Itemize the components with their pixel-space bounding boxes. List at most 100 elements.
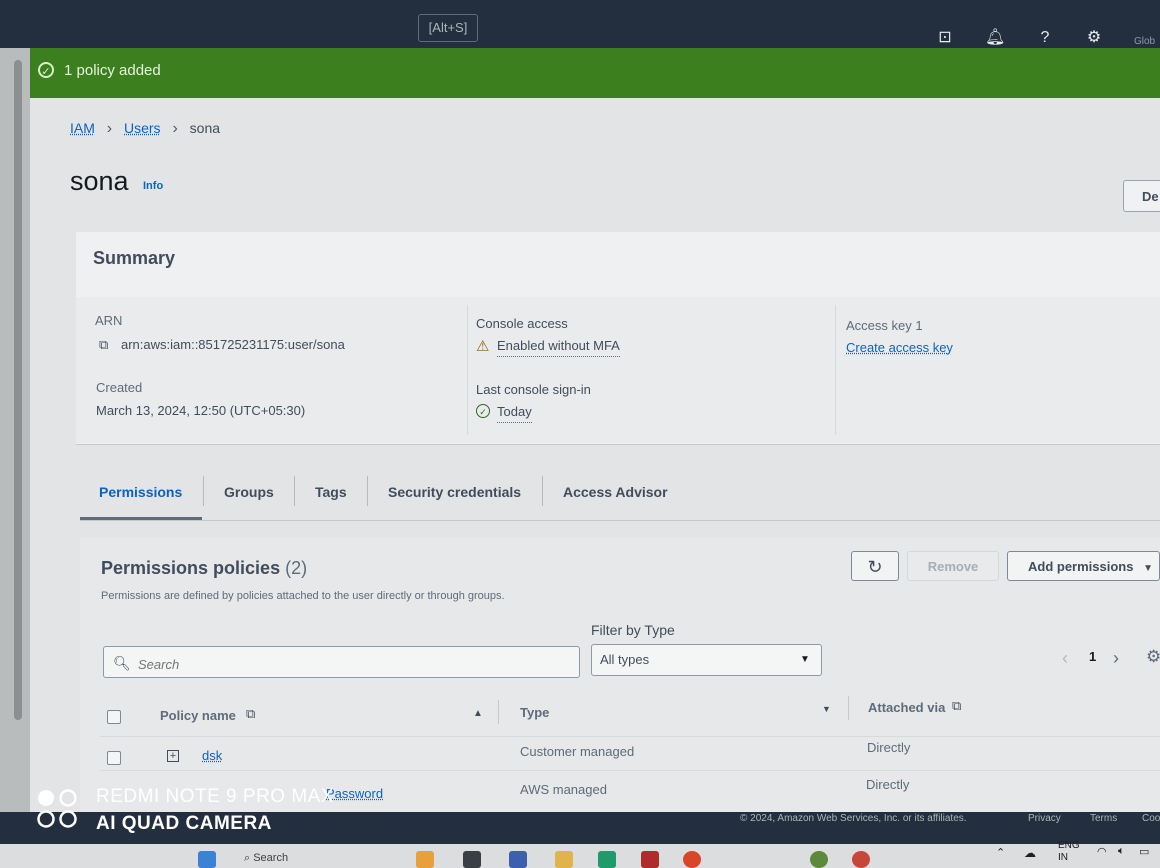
cloudshell-icon[interactable]: ⊡ — [935, 28, 955, 48]
policy-type: AWS managed — [520, 782, 607, 797]
footer-terms-link[interactable]: Terms — [1090, 813, 1117, 824]
help-icon[interactable]: ? — [1035, 28, 1055, 48]
app-icon[interactable] — [641, 851, 659, 868]
search-input[interactable] — [136, 652, 560, 676]
refresh-icon: ↻ — [867, 557, 883, 577]
cloud-icon[interactable]: ☁︎ — [1024, 846, 1036, 860]
last-signin-value[interactable]: Today — [497, 404, 532, 423]
footer-privacy-link[interactable]: Privacy — [1028, 813, 1061, 824]
app-icon[interactable] — [416, 851, 434, 868]
permissions-title: Permissions policies (2) — [101, 558, 307, 579]
taskbar-search[interactable]: ⌕ Search — [244, 852, 288, 865]
row-checkbox[interactable] — [107, 751, 121, 765]
search-icon: 🔍︎ — [113, 655, 131, 671]
policy-attached-via: Directly — [866, 777, 910, 792]
summary-title: Summary — [93, 248, 176, 268]
flash-message: 1 policy added — [64, 62, 161, 79]
app-icon[interactable] — [463, 851, 481, 868]
breadcrumb: IAM › Users › sona — [70, 120, 228, 138]
created-value: March 13, 2024, 12:50 (UTC+05:30) — [96, 403, 306, 418]
side-scrollbar[interactable] — [14, 60, 22, 720]
language-indicator[interactable]: ENG IN — [1058, 840, 1080, 864]
permissions-description: Permissions are defined by policies atta… — [101, 590, 505, 602]
app-icon[interactable] — [810, 851, 828, 868]
breadcrumb-current: sona — [189, 120, 221, 136]
chevron-right-icon: › — [106, 120, 113, 137]
file-explorer-icon[interactable] — [555, 851, 573, 868]
language-line-2: IN — [1058, 852, 1068, 863]
row-divider — [100, 770, 1160, 771]
battery-icon[interactable]: ▭ — [1139, 845, 1149, 858]
chevron-right-icon: › — [172, 120, 178, 137]
tab-tags[interactable]: Tags — [315, 484, 347, 500]
search-icon: ⌕ — [244, 852, 254, 864]
success-flashbar — [26, 48, 1160, 98]
warning-icon: ⚠ — [476, 338, 490, 355]
page-title: sona — [70, 166, 129, 196]
taskbar-search-label: Search — [253, 852, 289, 864]
footer-cookie-link[interactable]: Coo — [1142, 813, 1160, 824]
policy-name-link[interactable]: dsk — [202, 748, 222, 763]
column-attached-via[interactable]: Attached via — [868, 700, 945, 715]
create-access-key-link[interactable]: Create access key — [846, 340, 953, 355]
column-divider — [835, 305, 836, 435]
external-link-icon: ⧉ — [246, 706, 256, 721]
pagination-prev-icon[interactable]: ‹ — [1062, 648, 1068, 669]
search-shortcut-hint[interactable]: [Alt+S] — [418, 14, 478, 42]
pagination-next-icon[interactable]: › — [1113, 648, 1119, 669]
watermark-device-name: REDMI NOTE 9 PRO MAX — [96, 786, 335, 807]
breadcrumb-users[interactable]: Users — [124, 120, 161, 136]
permissions-panel — [80, 538, 1160, 823]
tray-chevron-up-icon[interactable]: ⌃ — [996, 846, 1005, 859]
pagination-page[interactable]: 1 — [1089, 649, 1096, 664]
permissions-count: (2) — [285, 558, 308, 578]
chrome-icon[interactable] — [852, 851, 870, 868]
column-divider — [498, 700, 499, 724]
permissions-title-text: Permissions policies — [101, 558, 281, 578]
sort-icon[interactable]: ▼ — [822, 704, 831, 714]
column-policy-name[interactable]: Policy name — [160, 708, 236, 723]
console-access-value[interactable]: Enabled without MFA — [497, 338, 620, 357]
refresh-button[interactable]: ↻ — [851, 551, 899, 581]
info-link[interactable]: Info — [143, 180, 163, 192]
external-link-icon: ⧉ — [952, 698, 962, 713]
region-selector[interactable]: Glob — [1134, 36, 1155, 47]
sort-ascending-icon[interactable]: ▲ — [473, 708, 483, 719]
camera-watermark-logo-icon — [37, 789, 77, 828]
copy-icon[interactable]: ⧉ — [99, 337, 108, 353]
add-permissions-label: Add permissions — [1028, 559, 1134, 574]
notifications-bell-icon[interactable]: 🔔︎ — [985, 28, 1005, 48]
console-access-label: Console access — [476, 316, 568, 331]
wifi-icon[interactable]: ◠ — [1097, 845, 1107, 858]
expand-row-icon[interactable]: + — [167, 750, 179, 762]
tab-groups[interactable]: Groups — [224, 484, 274, 500]
column-divider — [467, 305, 468, 435]
tab-separator — [203, 476, 204, 506]
volume-icon[interactable]: 🔈︎ — [1118, 845, 1125, 858]
policy-name-link[interactable]: Password — [326, 786, 383, 801]
breadcrumb-iam[interactable]: IAM — [70, 120, 95, 136]
remove-button[interactable]: Remove — [907, 551, 999, 581]
select-all-checkbox[interactable] — [107, 710, 121, 724]
column-type[interactable]: Type — [520, 705, 549, 720]
windows-taskbar — [0, 844, 1160, 868]
success-check-icon: ✓ — [38, 62, 54, 78]
edge-browser-icon[interactable] — [598, 851, 616, 868]
tab-permissions[interactable]: Permissions — [99, 484, 182, 500]
tab-separator — [542, 476, 543, 506]
app-icon[interactable] — [683, 851, 701, 868]
tab-access-advisor[interactable]: Access Advisor — [563, 484, 668, 500]
type-filter-select[interactable]: All types — [591, 644, 822, 676]
language-line-1: ENG — [1058, 840, 1080, 851]
add-permissions-button[interactable]: Add permissions ▼ — [1007, 551, 1160, 581]
caret-down-icon: ▼ — [1143, 563, 1153, 574]
windows-start-icon[interactable] — [198, 851, 216, 868]
footer-copyright: © 2024, Amazon Web Services, Inc. or its… — [740, 813, 967, 824]
tabs-divider — [80, 520, 1160, 521]
app-icon[interactable] — [509, 851, 527, 868]
table-settings-icon[interactable]: ⚙ — [1146, 647, 1160, 667]
delete-button[interactable]: De — [1123, 180, 1160, 212]
settings-gear-icon[interactable]: ⚙ — [1084, 28, 1104, 48]
tab-separator — [294, 476, 295, 506]
tab-security-credentials[interactable]: Security credentials — [388, 484, 521, 500]
